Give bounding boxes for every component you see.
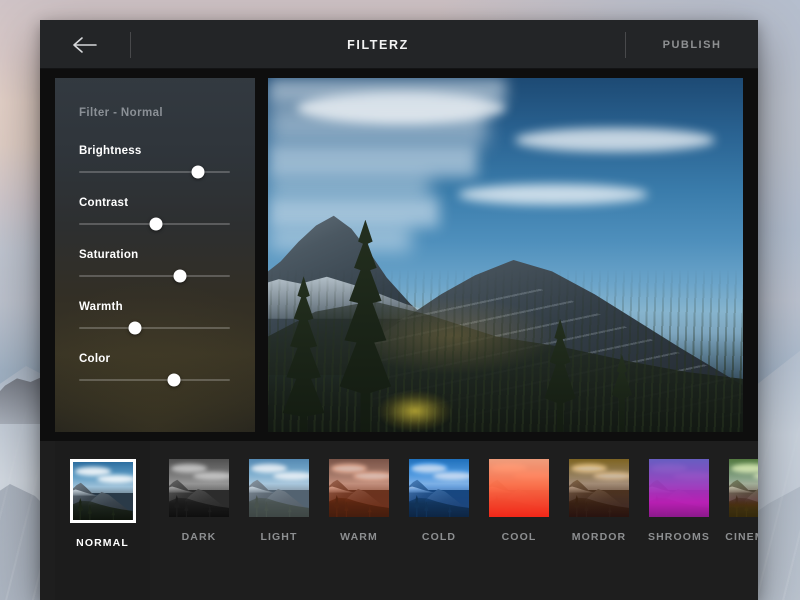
filter-label-dark: DARK: [181, 531, 217, 543]
filter-thumb-wrap[interactable]: [649, 459, 709, 517]
filter-label-mordor: MORDOR: [571, 531, 627, 543]
photo-preview[interactable]: [268, 78, 743, 432]
slider-knob-contrast[interactable]: [149, 217, 163, 231]
thumb-cloud: [593, 471, 629, 480]
thumb-cloud: [273, 471, 309, 480]
filter-thumb-wrap[interactable]: [169, 459, 229, 517]
thumb-cloud: [331, 463, 368, 473]
thumb-cloud: [353, 471, 389, 480]
thumb-cloud: [251, 463, 288, 473]
thumb-cloud: [411, 463, 448, 473]
preview-yellow-foliage: [377, 389, 454, 432]
preview-cloud: [268, 198, 439, 227]
slider-track-brightness[interactable]: [79, 165, 230, 179]
slider-knob-color[interactable]: [167, 373, 181, 387]
filter-thumbnail: [169, 459, 229, 517]
filter-item-light[interactable]: LIGHT: [239, 441, 319, 543]
filter-thumb-wrap[interactable]: [489, 459, 549, 517]
slider-list: Brightness Contrast Saturation Warmth Co…: [55, 145, 255, 387]
thumb-cloud: [96, 474, 133, 483]
filter-thumb-selected[interactable]: [69, 459, 136, 523]
filter-label-light: LIGHT: [260, 531, 298, 543]
filter-item-cool[interactable]: COOL: [479, 441, 559, 543]
desktop-wallpaper: FILTERZ PUBLISH Filter - Normal Brightne…: [0, 0, 800, 600]
slider-track-saturation[interactable]: [79, 269, 230, 283]
thumb-cloud: [433, 471, 469, 480]
publish-button[interactable]: PUBLISH: [626, 39, 758, 51]
back-arrow-icon: [72, 36, 98, 54]
filter-label-cinematic: CINEMATIC: [725, 531, 758, 543]
slider-label-color: Color: [79, 353, 111, 365]
thumb-cloud: [193, 471, 229, 480]
back-button[interactable]: [40, 20, 130, 69]
filter-item-dark[interactable]: DARK: [159, 441, 239, 543]
thumb-cloud: [491, 463, 528, 473]
filter-item-warm[interactable]: WARM: [319, 441, 399, 543]
filter-thumb-wrap[interactable]: [249, 459, 309, 517]
slider-track-warmth[interactable]: [79, 321, 230, 335]
filter-strip-scroll[interactable]: DARK LIGHT WARM COLD COOL MORDOR SHROOMS…: [150, 441, 758, 600]
slider-brightness[interactable]: Brightness: [55, 145, 255, 179]
slider-label-contrast: Contrast: [79, 197, 129, 209]
filter-thumbnail: [489, 459, 549, 517]
slider-color[interactable]: Color: [55, 353, 255, 387]
filter-label-cold: COLD: [421, 531, 457, 543]
filter-label-shrooms: SHROOMS: [648, 531, 710, 543]
preview-cloud: [515, 127, 715, 153]
filter-thumb-wrap[interactable]: [729, 459, 758, 517]
editor-area: Filter - Normal Brightness Contrast Satu…: [40, 69, 758, 441]
slider-contrast[interactable]: Contrast: [55, 197, 255, 231]
thumb-cloud: [571, 463, 608, 473]
filter-thumb-wrap[interactable]: [409, 459, 469, 517]
thumb-cloud: [673, 471, 709, 480]
filter-item-cold[interactable]: COLD: [399, 441, 479, 543]
filter-thumb-wrap[interactable]: [569, 459, 629, 517]
preview-cloud: [268, 145, 477, 178]
slider-knob-brightness[interactable]: [191, 165, 205, 179]
preview-cloud: [268, 102, 487, 146]
filter-item-cinematic[interactable]: CINEMATIC: [719, 441, 758, 543]
slider-warmth[interactable]: Warmth: [55, 301, 255, 335]
slider-track-color[interactable]: [79, 373, 230, 387]
filter-name-label: Filter - Normal: [79, 107, 163, 119]
filter-thumbnail: [72, 462, 133, 520]
app-window: FILTERZ PUBLISH Filter - Normal Brightne…: [40, 20, 758, 600]
app-header: FILTERZ PUBLISH: [40, 20, 758, 69]
filter-strip[interactable]: NORMAL DARK LIGHT WARM COLD COOL MORDOR …: [40, 441, 758, 600]
filter-item-shrooms[interactable]: SHROOMS: [639, 441, 719, 543]
slider-track-contrast[interactable]: [79, 217, 230, 231]
filter-label-cool: COOL: [501, 531, 537, 543]
slider-label-brightness: Brightness: [79, 145, 142, 157]
page-title: FILTERZ: [347, 37, 409, 52]
filter-label-warm: WARM: [340, 531, 378, 543]
thumb-cloud: [74, 466, 111, 476]
preview-forest: [268, 269, 743, 432]
slider-knob-warmth[interactable]: [128, 321, 142, 335]
preview-cloud: [268, 177, 430, 199]
filter-thumb-wrap[interactable]: [329, 459, 389, 517]
adjustments-sidebar: Filter - Normal Brightness Contrast Satu…: [55, 78, 255, 432]
preview-cloud: [268, 78, 506, 103]
slider-label-warmth: Warmth: [79, 301, 123, 313]
filter-item-mordor[interactable]: MORDOR: [559, 441, 639, 543]
slider-saturation[interactable]: Saturation: [55, 249, 255, 283]
slider-knob-saturation[interactable]: [173, 269, 187, 283]
filter-thumbnail: [649, 459, 709, 517]
thumb-cloud: [171, 463, 208, 473]
thumb-cloud: [731, 463, 758, 473]
thumb-cloud: [651, 463, 688, 473]
filter-thumbnail: [329, 459, 389, 517]
filter-thumbnail: [729, 459, 758, 517]
filter-thumbnail: [249, 459, 309, 517]
filter-label-normal: NORMAL: [76, 537, 129, 549]
filter-thumbnail: [569, 459, 629, 517]
slider-label-saturation: Saturation: [79, 249, 139, 261]
filter-thumbnail: [409, 459, 469, 517]
thumb-cloud: [513, 471, 549, 480]
filter-item-normal[interactable]: NORMAL: [63, 441, 143, 549]
selected-filter-pane: NORMAL: [55, 441, 150, 600]
